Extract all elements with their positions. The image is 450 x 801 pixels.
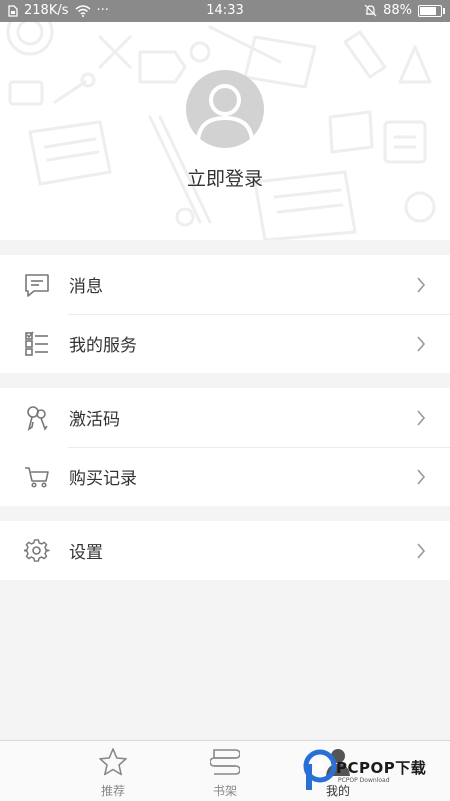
menu-group-1: 消息 我的服务 [0,255,450,373]
battery-percent: 88% [383,3,412,18]
watermark-text: PCPOP下载 [336,759,427,777]
menu-group-2: 激活码 购买记录 [0,388,450,506]
menu-group-3: 设置 [0,521,450,580]
mute-bell-icon [364,4,377,17]
chevron-right-icon [417,469,426,485]
avatar[interactable] [186,70,264,148]
profile-header: 立即登录 [0,22,450,240]
menu-item-label: 激活码 [69,410,120,430]
pcpop-logo [303,749,337,790]
star-icon [99,748,127,776]
menu-item-my-services[interactable]: 我的服务 [0,314,450,373]
menu-item-label: 设置 [69,543,103,563]
menu-item-purchase-history[interactable]: 购买记录 [0,447,450,506]
chevron-right-icon [417,410,426,426]
chevron-right-icon [417,277,426,293]
checklist-icon [25,331,48,356]
gear-icon [24,539,50,562]
menu-item-label: 购买记录 [69,469,137,489]
clock: 14:33 [206,3,244,18]
books-icon [210,749,240,775]
menu-item-label: 我的服务 [69,336,137,356]
keys-icon [27,406,48,431]
chevron-right-icon [417,543,426,559]
status-bar: 218K/s ··· 14:33 88% [0,0,450,22]
message-icon [25,274,49,297]
battery-icon [418,4,445,17]
menu-item-settings[interactable]: 设置 [0,521,450,580]
watermark-subtext: PCPOP Download [338,777,390,784]
menu-item-activation-code[interactable]: 激活码 [0,388,450,447]
pcpop-watermark: PCPOP下载 PCPOP Download [300,742,450,800]
menu-item-messages[interactable]: 消息 [0,255,450,314]
cart-icon [25,467,49,488]
default-user-icon [196,84,254,141]
login-link[interactable]: 立即登录 [0,164,450,191]
chevron-right-icon [417,336,426,352]
menu-item-label: 消息 [69,277,103,297]
